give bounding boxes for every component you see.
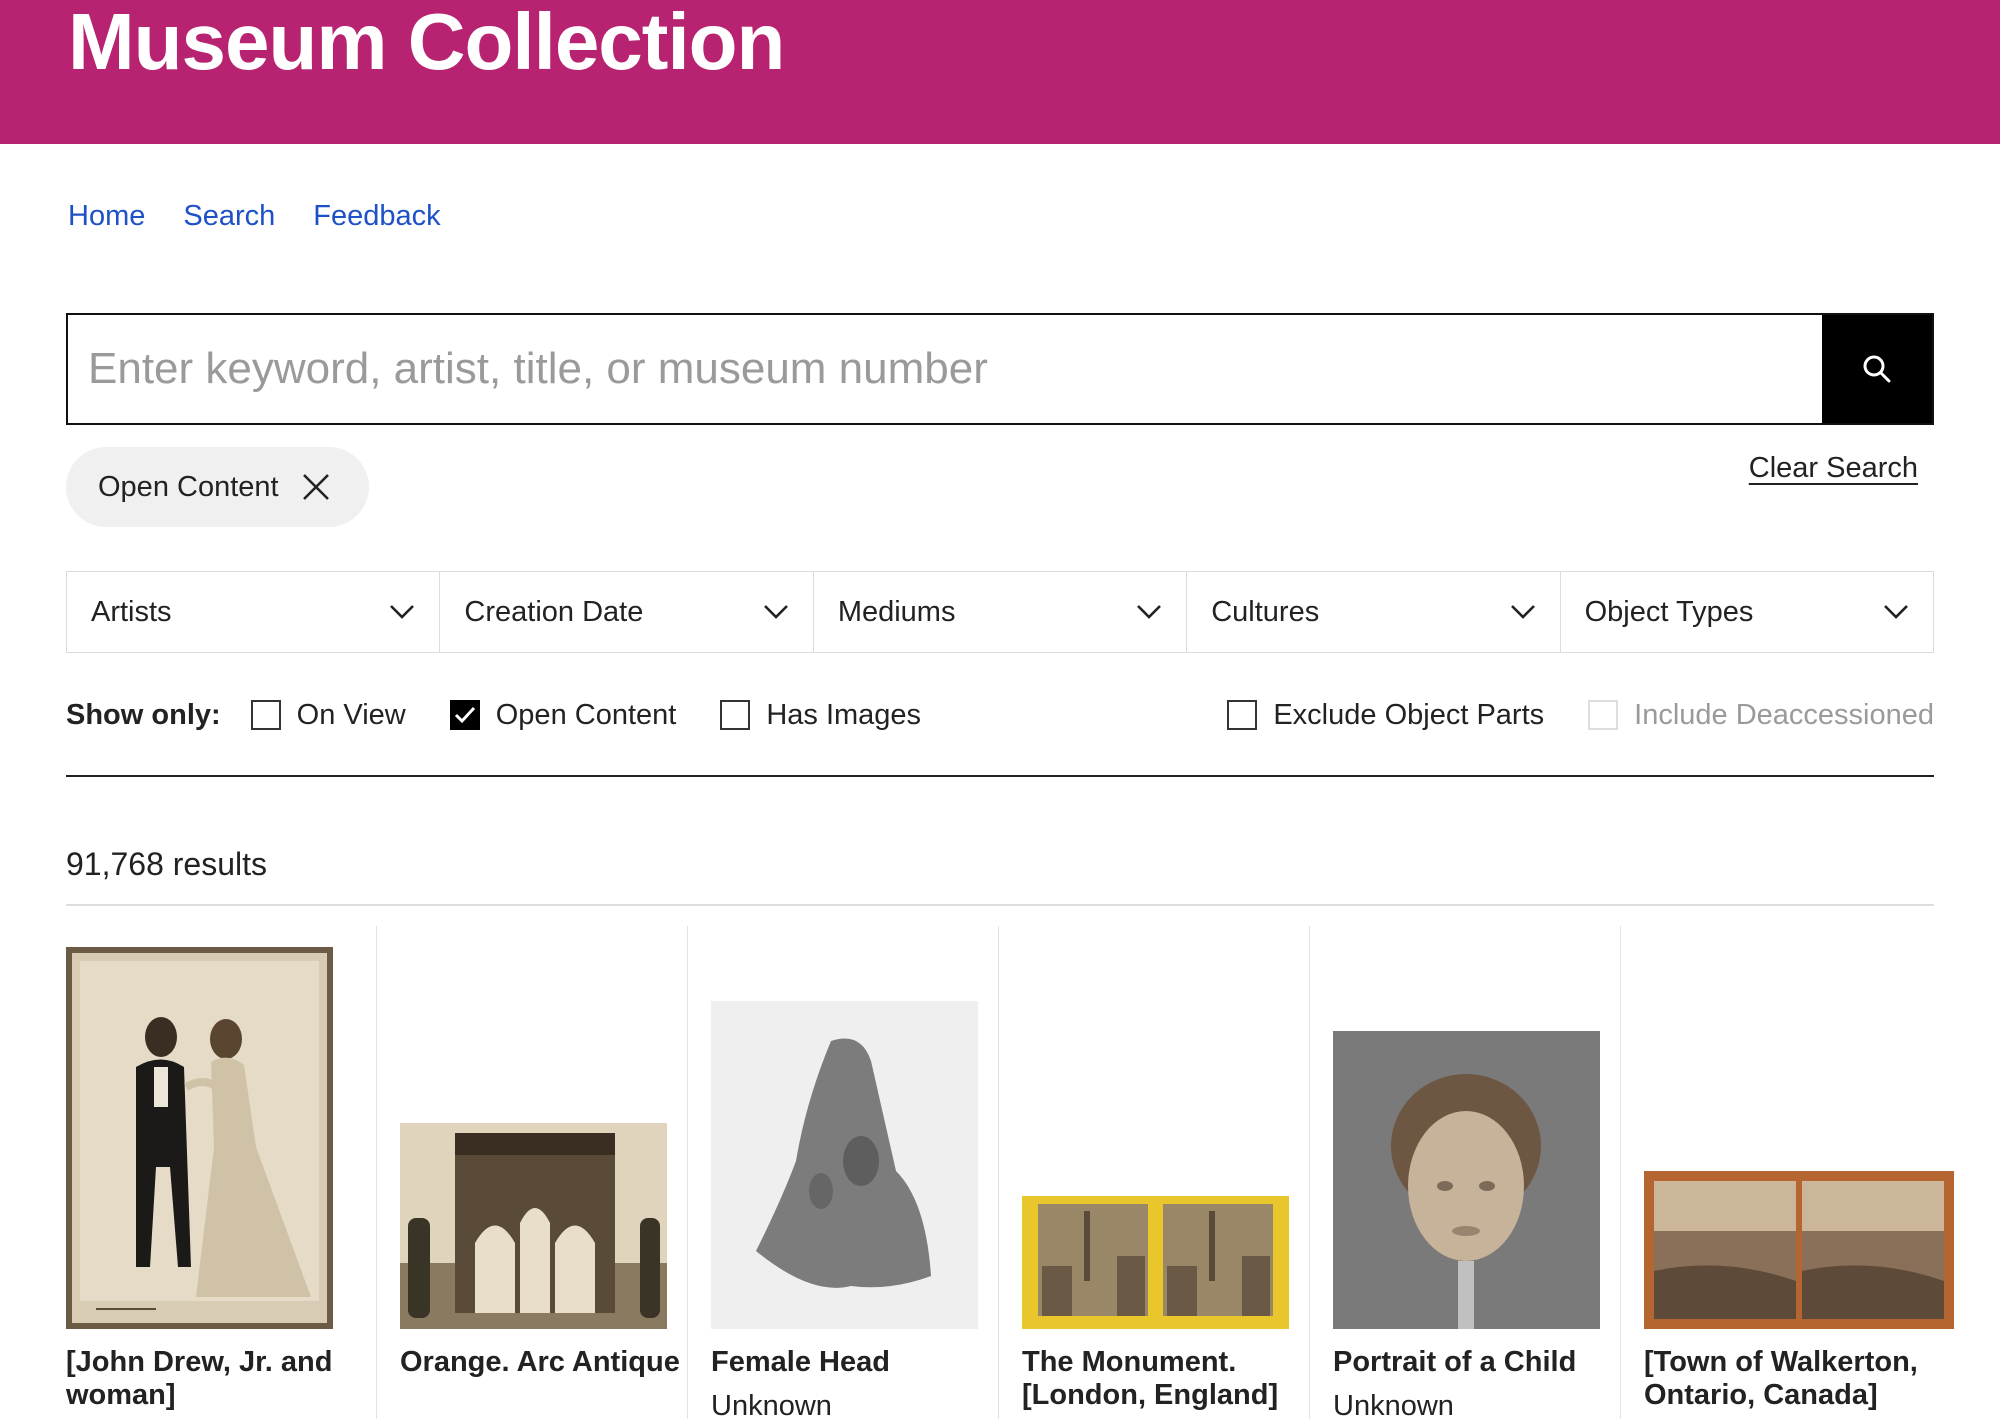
active-filter-chip[interactable]: Open Content — [66, 447, 369, 527]
checkbox-box[interactable] — [250, 700, 281, 730]
checkbox-label: Open Content — [495, 698, 677, 731]
result-card[interactable]: The Monument. [London, England] — [999, 926, 1310, 1419]
filter-label: Cultures — [1211, 595, 1320, 628]
search-button[interactable] — [1822, 315, 1932, 423]
checkbox-label: On View — [296, 698, 406, 731]
object-types-filter-dropdown[interactable]: Object Types — [1561, 572, 1933, 652]
main-nav: Home Search Feedback — [68, 200, 441, 233]
stereograph-thumbnail[interactable] — [1644, 1171, 1954, 1329]
artists-filter-dropdown[interactable]: Artists — [67, 572, 441, 652]
chevron-down-icon — [1884, 605, 1908, 619]
filter-label: Mediums — [837, 595, 956, 628]
photograph-thumbnail[interactable] — [400, 1123, 667, 1329]
result-card[interactable]: [Town of Walkerton, Ontario, Canada] — [1621, 926, 1954, 1419]
photograph-thumbnail[interactable] — [66, 947, 333, 1329]
active-filter-label: Open Content — [98, 470, 279, 503]
result-card[interactable]: Portrait of a Child Unknown — [1310, 926, 1621, 1419]
card-title[interactable]: Portrait of a Child — [1333, 1346, 1623, 1379]
results-grid: [John Drew, Jr. and woman] Orange. Arc A… — [66, 926, 1954, 1419]
checkbox-box[interactable] — [1227, 700, 1258, 730]
checkbox-box-checked[interactable] — [449, 700, 480, 730]
has-images-checkbox[interactable]: Has Images — [720, 699, 921, 732]
site-header: Museum Collection — [0, 0, 2000, 144]
right-checkbox-group: Exclude Object Parts Include Deaccession… — [1227, 699, 1934, 732]
chevron-down-icon — [390, 605, 415, 619]
checkbox-label: Exclude Object Parts — [1273, 698, 1545, 731]
page-title: Museum Collection — [68, 0, 785, 86]
divider — [66, 775, 1934, 777]
card-title[interactable]: [John Drew, Jr. and woman] — [66, 1346, 356, 1413]
sculpture-thumbnail[interactable] — [1333, 1031, 1600, 1329]
chevron-down-icon — [1510, 605, 1535, 619]
checkmark-icon — [454, 706, 475, 724]
search-icon — [1863, 355, 1891, 383]
filter-label: Object Types — [1584, 595, 1754, 628]
exclude-object-parts-checkbox[interactable]: Exclude Object Parts — [1227, 699, 1544, 732]
result-card[interactable]: [John Drew, Jr. and woman] — [66, 926, 377, 1419]
checkbox-label: Include Deaccessioned — [1634, 698, 1934, 731]
card-artist: Unknown — [711, 1390, 832, 1419]
divider — [66, 904, 1934, 906]
card-title[interactable]: Orange. Arc Antique — [400, 1346, 690, 1379]
chevron-down-icon — [1137, 605, 1162, 619]
include-deaccessioned-checkbox: Include Deaccessioned — [1588, 699, 1934, 732]
result-card[interactable]: Orange. Arc Antique — [377, 926, 688, 1419]
sculpture-thumbnail[interactable] — [711, 1001, 978, 1329]
checkbox-label: Has Images — [766, 698, 922, 731]
on-view-checkbox[interactable]: On View — [250, 698, 406, 732]
nav-feedback-link[interactable]: Feedback — [313, 200, 440, 233]
card-title[interactable]: Female Head — [711, 1346, 1001, 1379]
chevron-down-icon — [763, 605, 788, 619]
results-count: 91,768 results — [66, 846, 268, 882]
close-icon[interactable] — [301, 472, 331, 502]
clear-search-link[interactable]: Clear Search — [1749, 452, 1918, 485]
checkbox-box[interactable] — [720, 700, 751, 730]
checkbox-box-disabled — [1588, 700, 1619, 730]
filter-label: Artists — [91, 595, 172, 628]
search-bar — [66, 313, 1934, 425]
result-card[interactable]: Female Head Unknown — [688, 926, 999, 1419]
filter-bar: Artists Creation Date Mediums Cultures O… — [66, 571, 1934, 653]
search-input[interactable] — [68, 315, 1822, 423]
card-title[interactable]: [Town of Walkerton, Ontario, Canada] — [1644, 1346, 1934, 1413]
creation-date-filter-dropdown[interactable]: Creation Date — [440, 572, 814, 652]
nav-home-link[interactable]: Home — [68, 200, 145, 233]
card-title[interactable]: The Monument. [London, England] — [1022, 1346, 1312, 1413]
mediums-filter-dropdown[interactable]: Mediums — [814, 572, 1188, 652]
cultures-filter-dropdown[interactable]: Cultures — [1187, 572, 1561, 652]
card-artist: Unknown — [1333, 1390, 1454, 1419]
stereograph-thumbnail[interactable] — [1022, 1196, 1289, 1329]
nav-search-link[interactable]: Search — [183, 200, 275, 233]
show-only-label: Show only: — [66, 698, 221, 731]
open-content-checkbox[interactable]: Open Content — [449, 698, 677, 732]
filter-label: Creation Date — [464, 595, 644, 628]
show-only-row: Show only: On View Open Content Has Imag… — [66, 695, 1934, 735]
